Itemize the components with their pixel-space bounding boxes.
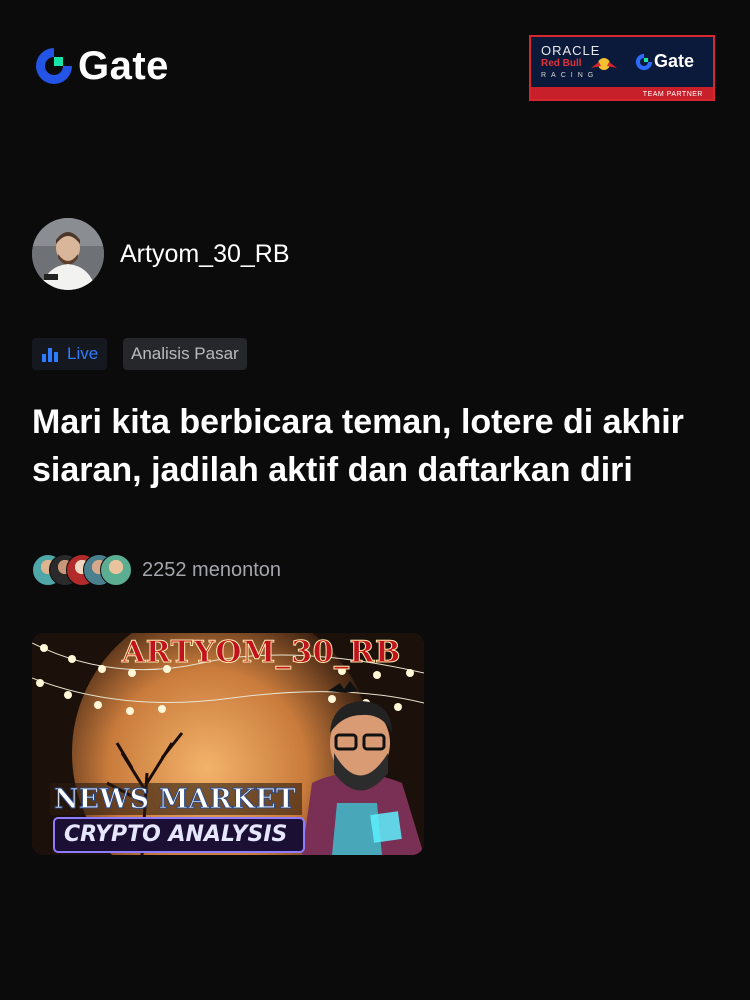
author-name[interactable]: Artyom_30_RB bbox=[120, 240, 290, 269]
partner-line-redbull: Red Bull bbox=[541, 58, 582, 69]
stream-thumbnail[interactable]: ARTYOM_30_RB NEWS MARKET CRYPTO ANALYSIS bbox=[32, 633, 424, 855]
viewers-count: 2252 menonton bbox=[142, 558, 282, 581]
author-photo bbox=[32, 218, 104, 290]
author-avatar[interactable] bbox=[32, 218, 104, 290]
red-bull-icon bbox=[591, 58, 617, 70]
thumbnail-banner-top: NEWS MARKET bbox=[54, 784, 297, 816]
thumbnail-banner-bottom: CRYPTO ANALYSIS bbox=[64, 822, 288, 847]
live-bars-icon bbox=[42, 348, 58, 362]
post-title: Mari kita berbicara teman, lotere di akh… bbox=[32, 403, 684, 489]
team-partner-badge: ORACLE Red Bull RACING Gate TEAM PARTNER bbox=[529, 35, 715, 101]
live-label: Live bbox=[67, 344, 99, 363]
live-badge: Live bbox=[32, 338, 108, 370]
partner-caption: TEAM PARTNER bbox=[642, 91, 703, 98]
partner-line-racing: RACING bbox=[541, 72, 599, 79]
partner-gate-text: Gate bbox=[654, 51, 695, 71]
partner-gate-logo: Gate bbox=[635, 51, 694, 72]
gate-logo[interactable]: Gate bbox=[34, 46, 169, 86]
gate-logo-icon bbox=[36, 48, 72, 84]
category-tag[interactable]: Analisis Pasar bbox=[123, 338, 247, 370]
viewers-row: 2252 menonton bbox=[32, 554, 281, 586]
gate-logo-text: Gate bbox=[78, 44, 169, 88]
viewer-avatar bbox=[100, 554, 132, 586]
thumbnail-headline: ARTYOM_30_RB bbox=[122, 635, 401, 671]
gate-mini-icon bbox=[635, 53, 653, 70]
